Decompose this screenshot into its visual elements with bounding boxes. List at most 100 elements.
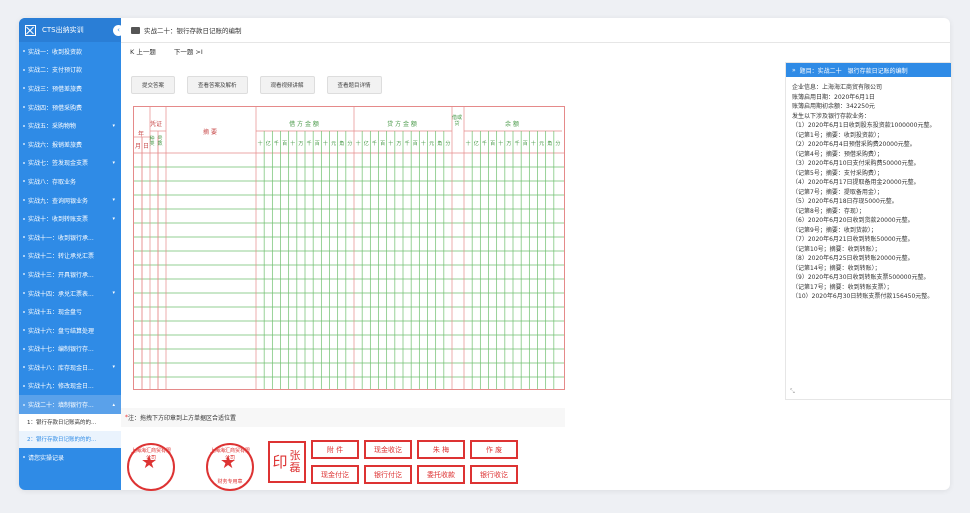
voucher-no-header: 号数 — [157, 136, 163, 147]
stamp[interactable]: 作 废 — [470, 440, 518, 459]
digit-header: 分 — [555, 141, 561, 147]
chevron-down-icon: » — [792, 66, 796, 74]
bullet-icon — [23, 124, 25, 127]
digit-header: 千 — [371, 141, 377, 147]
digit-header: 十 — [257, 141, 263, 147]
digit-header: 千 — [306, 141, 312, 147]
sidebar-item[interactable]: 实战十九：修改现金日... — [19, 377, 121, 396]
bullet-icon — [23, 273, 25, 276]
instruction-text: 注：拖拽下方印章到上方单据区合适位置 — [128, 415, 237, 422]
sidebar-item[interactable]: 实战三：预借差旅费 — [19, 79, 121, 98]
question-line: （1）2020年6月1日收到股东投资款1000000元整。 — [792, 122, 936, 129]
view-answer-button[interactable]: 查看答案及解析 — [187, 76, 248, 94]
sidebar-item[interactable]: 实战二十：填制银行存... ▴ — [19, 395, 121, 414]
sidebar-item[interactable]: 实战四：预借采购费 — [19, 98, 121, 117]
digit-header: 千 — [273, 141, 279, 147]
bullet-icon — [23, 180, 25, 183]
bullet-icon — [23, 456, 25, 459]
sidebar-item[interactable]: 实战十一：收到银行承... — [19, 228, 121, 247]
question-line: （记第7号；摘要：提取备用金）； — [792, 188, 883, 196]
stamp[interactable]: 委托收款 — [417, 465, 465, 484]
finance-seal[interactable]: 上海海汇商贸有限公司 ★ 财务专用章 — [206, 443, 254, 491]
question-line: （7）2020年6月21日收到转账50000元整。 — [792, 236, 914, 243]
watch-video-button[interactable]: 观看视频讲解 — [259, 76, 315, 94]
digit-header: 元 — [539, 141, 545, 147]
bullet-icon — [23, 384, 25, 387]
bullet-icon — [23, 254, 25, 257]
sidebar-item-label: 实战十五：现金盘亏 — [28, 309, 83, 317]
personal-seal-zhang[interactable]: 印 张磊 — [268, 441, 306, 483]
digit-header: 百 — [490, 141, 496, 147]
digit-header: 十 — [388, 141, 394, 147]
digit-header: 千 — [404, 141, 410, 147]
bullet-icon — [23, 217, 25, 220]
stamp[interactable]: 朱 梅 — [417, 440, 465, 459]
sidebar-subitem[interactable]: 2：银行存款日记账的的的... — [19, 430, 121, 448]
action-buttons: 提交答案 查看答案及解析 观看视频讲解 查看题目详情 — [131, 76, 382, 94]
sidebar-item[interactable]: 实战十二：转让承兑汇票 — [19, 247, 121, 266]
panel-header[interactable]: » 题目：实战二十 银行存款日记账的编制 — [786, 63, 951, 77]
sidebar-item[interactable]: 实战十：收到转账支票 ▾ — [19, 209, 121, 228]
next-question-link[interactable]: 下一题 >I — [174, 46, 203, 56]
sidebar-item[interactable]: 实战六：报销差旅费 — [19, 135, 121, 154]
voucher-header: 凭证 — [149, 121, 162, 128]
sidebar-item[interactable]: 实战十四：承兑汇票表... ▾ — [19, 284, 121, 303]
question-line: （10）2020年6月30日转账支票付款156450元整。 — [792, 293, 934, 300]
folder-icon — [131, 26, 140, 34]
sidebar-item-label: 实战九：查询网银业务 — [28, 197, 89, 205]
credit-header: 贷 方 金 额 — [387, 121, 417, 128]
digit-header: 十 — [465, 141, 471, 147]
sidebar-item-label: 实战二：支付预订款 — [28, 67, 83, 75]
digit-header: 亿 — [473, 141, 479, 147]
bullet-icon — [23, 236, 25, 239]
sidebar-item[interactable]: 实战七：签发现金支票 ▾ — [19, 154, 121, 173]
question-line: （记第17号；摘要：收到转账支票）； — [792, 283, 893, 291]
question-panel: » 题目：实战二十 银行存款日记账的编制 企业信息：上海海汇商贸有限公司 账簿启用… — [785, 62, 952, 400]
submit-answer-button[interactable]: 提交答案 — [131, 76, 176, 94]
expand-caret-icon: ▾ — [112, 290, 115, 297]
sidebar-item-label: 实战十七：编制银行存... — [28, 346, 94, 354]
question-line: （记第10号；摘要：收到转账）； — [792, 245, 881, 253]
bullet-icon — [23, 292, 25, 295]
question-line: （记第5号；摘要：支付采购费）； — [792, 169, 883, 177]
question-text: 企业信息：上海海汇商贸有限公司 账簿启用日期：2020年6月1日 账簿启用期初余额：… — [786, 77, 951, 302]
sidebar-item[interactable]: 实战一：收到投资款 — [19, 42, 121, 61]
sidebar-item[interactable]: 实战十五：现金盘亏 — [19, 302, 121, 321]
question-nav: K 上一题 下一题 >I — [130, 46, 203, 56]
sidebar-item-label: 实战十四：承兑汇票表... — [28, 290, 94, 298]
sidebar-item[interactable]: 实战二：支付预订款 — [19, 61, 121, 80]
digit-header: 千 — [514, 141, 520, 147]
stamp[interactable]: 银行收讫 — [470, 465, 518, 484]
stamp[interactable]: 现金收讫 — [364, 440, 412, 459]
prev-question-link[interactable]: K 上一题 — [130, 46, 156, 56]
sidebar-subitem[interactable]: 1：银行存款日记账高的的... — [19, 413, 121, 431]
resize-handle-icon[interactable]: ⤡ — [790, 388, 795, 396]
sidebar-item-label: 实战十六：盘亏结算处理 — [28, 327, 95, 335]
sidebar-item[interactable]: 实战八：存取业务 — [19, 172, 121, 191]
question-detail-button[interactable]: 查看题目详情 — [326, 76, 382, 94]
question-line: （4）2020年6月17日提取备用金20000元整。 — [792, 179, 920, 186]
digit-header: 分 — [347, 141, 353, 147]
sidebar-item[interactable]: 实战九：查询网银业务 ▾ — [19, 191, 121, 210]
sidebar-item-records[interactable]: 请您实操记录 — [19, 448, 121, 467]
bank-deposit-journal[interactable]: 年 月 日 凭证 种类 号数 摘 要 借 方 金 额 贷 方 金 额 借或贷 余… — [133, 106, 565, 390]
sidebar: CTS出纳实训 ‹ 实战一：收到投资款 实战二：支付预订款 实战三：预借差旅费 实战四… — [19, 18, 124, 490]
sidebar-item[interactable]: 实战五：采购物物 ▾ — [19, 116, 121, 135]
bullet-icon — [23, 87, 25, 90]
stamp[interactable]: 现金付讫 — [311, 465, 359, 484]
digit-header: 千 — [481, 141, 487, 147]
question-line: （9）2020年6月30日收到转账支票500000元整。 — [792, 274, 930, 281]
stamp[interactable]: 附 件 — [311, 440, 359, 459]
bullet-icon — [23, 143, 25, 146]
seal-star-icon: ★ — [220, 452, 237, 473]
sidebar-item[interactable]: 实战十七：编制银行存... — [19, 340, 121, 359]
app-title: CTS出纳实训 — [42, 26, 84, 34]
bullet-icon — [23, 161, 25, 164]
sidebar-item[interactable]: 实战十六：盘亏结算处理 — [19, 321, 121, 340]
stamp[interactable]: 银行付讫 — [364, 465, 412, 484]
sidebar-item[interactable]: 实战十八：库存现金日... ▾ — [19, 358, 121, 377]
digit-header: 百 — [282, 141, 288, 147]
sidebar-item[interactable]: 实战十三：开具银行承... — [19, 265, 121, 284]
question-line: 账簿启用期初余额：342250元 — [792, 103, 875, 110]
company-seal[interactable]: 上海海汇商贸有限公司 ★ — [127, 443, 175, 491]
